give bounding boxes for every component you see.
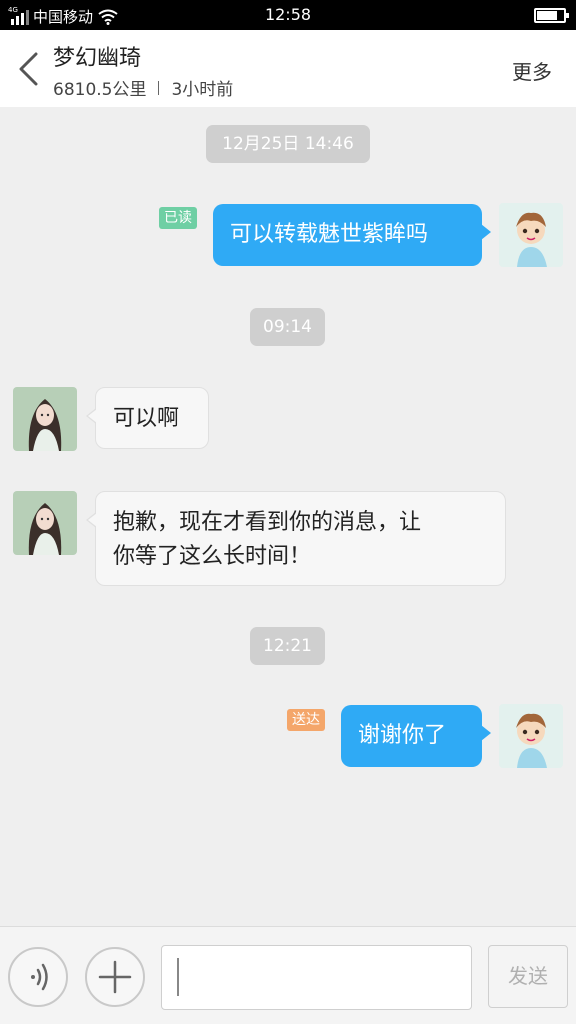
status-time: 12:58 [264, 5, 312, 24]
contact-avatar[interactable] [13, 491, 77, 555]
back-arrow-icon[interactable] [16, 52, 42, 86]
my-avatar[interactable] [499, 203, 563, 267]
my-avatar[interactable] [499, 704, 563, 768]
avatar-image [13, 491, 77, 555]
outgoing-message-bubble[interactable]: 可以转载魅世紫眸吗 [213, 204, 491, 266]
timestamp-chip: 12月25日 14:46 [206, 125, 370, 163]
contact-last-active: 3小时前 [171, 80, 234, 100]
status-bar: 4G 中国移动 12:58 [0, 0, 576, 30]
send-button[interactable]: 发送 [488, 945, 568, 1008]
avatar-image [13, 387, 77, 451]
incoming-message-bubble[interactable]: 可以啊 [86, 387, 209, 449]
delivered-status-badge: 送达 [287, 709, 325, 731]
message-line: 抱歉，现在才看到你的消息，让 [113, 510, 422, 535]
avatar-image [499, 203, 563, 267]
incoming-message-bubble[interactable]: 抱歉，现在才看到你的消息，让 你等了这么长时间！ [86, 491, 506, 586]
contact-distance: 6810.5公里 [53, 80, 147, 100]
contact-name: 梦幻幽琦 [53, 46, 142, 71]
read-status-badge: 已读 [159, 207, 197, 229]
message-line: 你等了这么长时间！ [113, 544, 312, 569]
message-input-bar: 发送 [0, 926, 576, 1024]
timestamp-chip: 12:21 [250, 627, 325, 665]
contact-meta: 6810.5公里 3小时前 [53, 75, 233, 100]
voice-icon [31, 963, 48, 991]
avatar-image [499, 704, 563, 768]
contact-avatar[interactable] [13, 387, 77, 451]
battery-icon [534, 8, 569, 23]
add-attachment-button[interactable] [85, 947, 145, 1007]
chat-header: 梦幻幽琦 6810.5公里 3小时前 更多 [0, 30, 576, 107]
message-input[interactable] [161, 945, 472, 1010]
text-cursor [177, 958, 179, 996]
outgoing-message-bubble[interactable]: 谢谢你了 [341, 705, 491, 767]
plus-icon [98, 960, 132, 994]
timestamp-chip: 09:14 [250, 308, 325, 346]
meta-divider [158, 80, 160, 95]
more-button[interactable]: 更多 [512, 56, 552, 85]
voice-button[interactable] [8, 947, 68, 1007]
